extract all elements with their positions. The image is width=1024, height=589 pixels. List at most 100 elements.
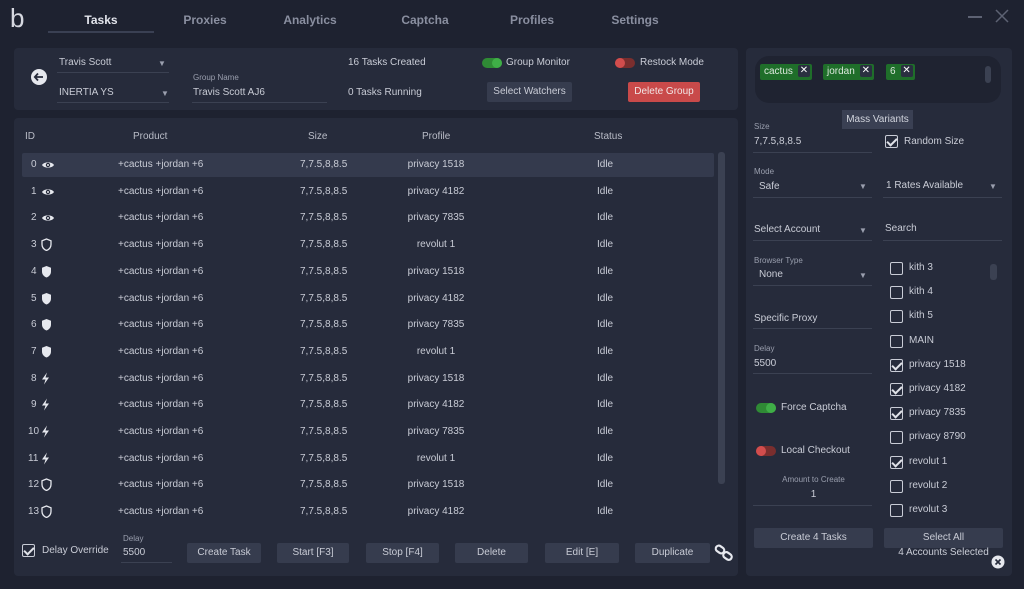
amount-underline [753,505,872,506]
row-status: Idle [597,399,614,411]
table-row[interactable]: 11 +cactus +jordan +6 7,7.5,8,8.5 revolut 1… [22,447,714,471]
bolt-icon [41,452,50,465]
row-profile: privacy 4182 [407,506,465,518]
start-button[interactable]: Start [F3] [277,543,349,563]
table-row[interactable]: 10 +cactus +jordan +6 7,7.5,8,8.5 privacy 7… [22,420,714,444]
create-task-button[interactable]: Create Task [187,543,261,563]
table-row[interactable]: 1 +cactus +jordan +6 7,7.5,8,8.5 privacy 41… [22,180,714,204]
account-checkbox[interactable] [890,334,903,348]
account-item[interactable]: revolut 1 [880,454,990,472]
table-scrollbar[interactable] [718,152,725,484]
account-item[interactable]: privacy 4182 [880,381,990,399]
row-size: 7,7.5,8,8.5 [300,426,348,437]
amount-input[interactable]: 1 [754,489,873,500]
delete-button[interactable]: Delete [455,543,528,563]
account-checkbox[interactable] [890,310,903,324]
row-id: 6 [31,319,37,331]
account-list-scrollbar[interactable] [990,264,997,280]
account-checkbox[interactable] [890,504,903,517]
table-row[interactable]: 9 +cactus +jordan +6 7,7.5,8,8.5 privacy 41… [22,393,714,417]
remove-chip-icon[interactable]: ✕ [797,64,810,77]
table-row[interactable]: 5 +cactus +jordan +6 7,7.5,8,8.5 privacy 41… [22,287,714,311]
table-row[interactable]: 8 +cactus +jordan +6 7,7.5,8,8.5 privacy 15… [22,367,714,391]
row-id: 5 [31,292,37,304]
table-row[interactable]: 6 +cactus +jordan +6 7,7.5,8,8.5 privacy 78… [22,313,714,337]
account-label: MAIN [909,334,934,346]
account-checkbox[interactable] [890,262,903,275]
account-checkbox[interactable] [890,431,903,445]
mode-label: Mode [754,167,775,176]
remove-chip-icon[interactable]: ✕ [900,64,913,77]
account-checkbox[interactable] [890,358,903,372]
table-row[interactable]: 2 +cactus +jordan +6 7,7.5,8,8.5 privacy 78… [22,206,714,230]
duplicate-button[interactable]: Duplicate [635,543,710,563]
bolt-icon [41,425,50,438]
force-captcha-toggle[interactable] [756,403,776,413]
account-checkbox[interactable] [890,286,903,300]
row-status: Idle [597,265,614,277]
variant-chip-label: cactus [764,66,793,77]
row-product: +cactus +jordan +6 [118,426,204,437]
row-id: 8 [31,372,37,384]
row-status: Idle [597,292,614,304]
shield-icon [41,292,52,305]
row-id: 13 [28,506,40,518]
delay-input[interactable]: 5500 [754,358,776,369]
account-item[interactable]: privacy 7835 [880,405,990,423]
row-product: +cactus +jordan +6 [118,159,204,170]
account-label: kith 5 [909,310,933,322]
account-item[interactable]: MAIN [880,333,990,351]
select-account-dropdown[interactable]: Select Account [754,224,820,235]
shield-outline-icon [41,478,52,492]
row-profile: privacy 4182 [407,292,465,304]
mode-select[interactable]: Safe [759,181,780,192]
remove-chip-icon[interactable]: ✕ [859,64,872,77]
delay-override-label: Delay Override [42,545,109,556]
local-checkout-toggle[interactable] [756,446,776,456]
specific-proxy-input[interactable]: Specific Proxy [754,313,817,324]
account-search-underline [883,240,1002,241]
account-label: privacy 7835 [909,407,966,419]
table-row[interactable]: 0 +cactus +jordan +6 7,7.5,8,8.5 privacy 15… [22,153,714,177]
variants-scrollbar[interactable] [985,66,991,83]
account-item[interactable]: revolut 2 [880,478,990,496]
row-profile: privacy 1518 [407,479,465,491]
account-search-input[interactable]: Search [885,223,917,234]
table-row[interactable]: 3 +cactus +jordan +6 7,7.5,8,8.5 revolut 1 I… [22,233,714,257]
table-row[interactable]: 4 +cactus +jordan +6 7,7.5,8,8.5 privacy 15… [22,260,714,284]
delay-override-checkbox[interactable] [22,544,35,557]
select-all-button[interactable]: Select All [884,528,1003,548]
rates-select[interactable]: 1 Rates Available [886,180,963,191]
row-size: 7,7.5,8,8.5 [300,479,348,491]
row-status: Idle [597,159,614,170]
row-status: Idle [597,185,614,197]
select-account-underline [753,240,872,241]
account-checkbox[interactable] [890,383,903,396]
table-row[interactable]: 7 +cactus +jordan +6 7,7.5,8,8.5 revolut 1 I… [22,340,714,364]
account-checkbox[interactable] [890,407,903,421]
account-item[interactable]: privacy 8790 [880,429,990,447]
account-checkbox[interactable] [890,455,903,469]
edit-button[interactable]: Edit [E] [545,543,619,563]
stop-button[interactable]: Stop [F4] [366,543,439,563]
account-item[interactable]: kith 5 [880,308,990,326]
table-row[interactable]: 12 +cactus +jordan +6 7,7.5,8,8.5 privacy 1… [22,473,714,497]
row-size: 7,7.5,8,8.5 [300,345,348,357]
size-input[interactable]: 7,7.5,8,8.5 [754,136,801,147]
account-checkbox[interactable] [890,479,903,493]
clear-selection-icon[interactable] [991,555,1005,569]
footer-delay-underline [121,562,172,563]
random-size-checkbox[interactable] [885,135,898,148]
row-profile: privacy 4182 [407,399,465,411]
browser-type-select[interactable]: None [759,269,783,280]
account-item[interactable]: privacy 1518 [880,357,990,375]
row-size: 7,7.5,8,8.5 [300,212,348,224]
account-item[interactable]: kith 4 [880,284,990,302]
footer-delay-input[interactable]: 5500 [123,547,145,558]
account-item[interactable]: revolut 3 [880,502,990,517]
account-item[interactable]: kith 3 [880,260,990,278]
link-icon[interactable] [714,544,734,562]
create-tasks-button[interactable]: Create 4 Tasks [754,528,873,548]
table-row[interactable]: 13 +cactus +jordan +6 7,7.5,8,8.5 privacy 4… [22,500,714,524]
row-size: 7,7.5,8,8.5 [300,372,348,384]
